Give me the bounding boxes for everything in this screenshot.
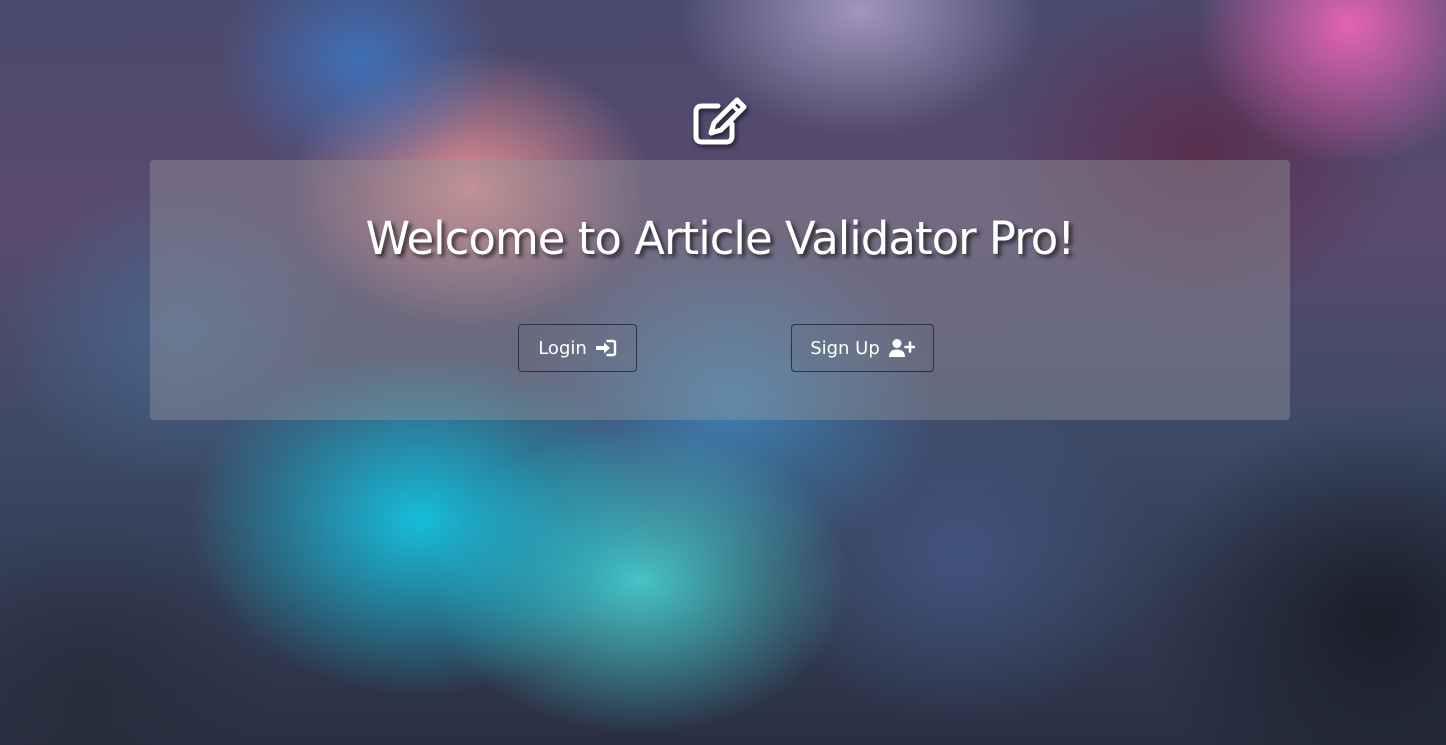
welcome-panel: Welcome to Article Validator Pro! Login … (150, 160, 1290, 420)
landing-page: Welcome to Article Validator Pro! Login … (0, 0, 1446, 745)
login-button[interactable]: Login (518, 324, 637, 372)
edit-square-icon (693, 97, 747, 145)
sign-up-button[interactable]: Sign Up (791, 324, 934, 372)
sign-up-button-label: Sign Up (810, 337, 880, 359)
page-title: Welcome to Article Validator Pro! (365, 212, 1076, 265)
user-plus-icon (888, 339, 915, 357)
login-button-label: Login (538, 337, 587, 359)
sign-in-icon (595, 339, 616, 357)
